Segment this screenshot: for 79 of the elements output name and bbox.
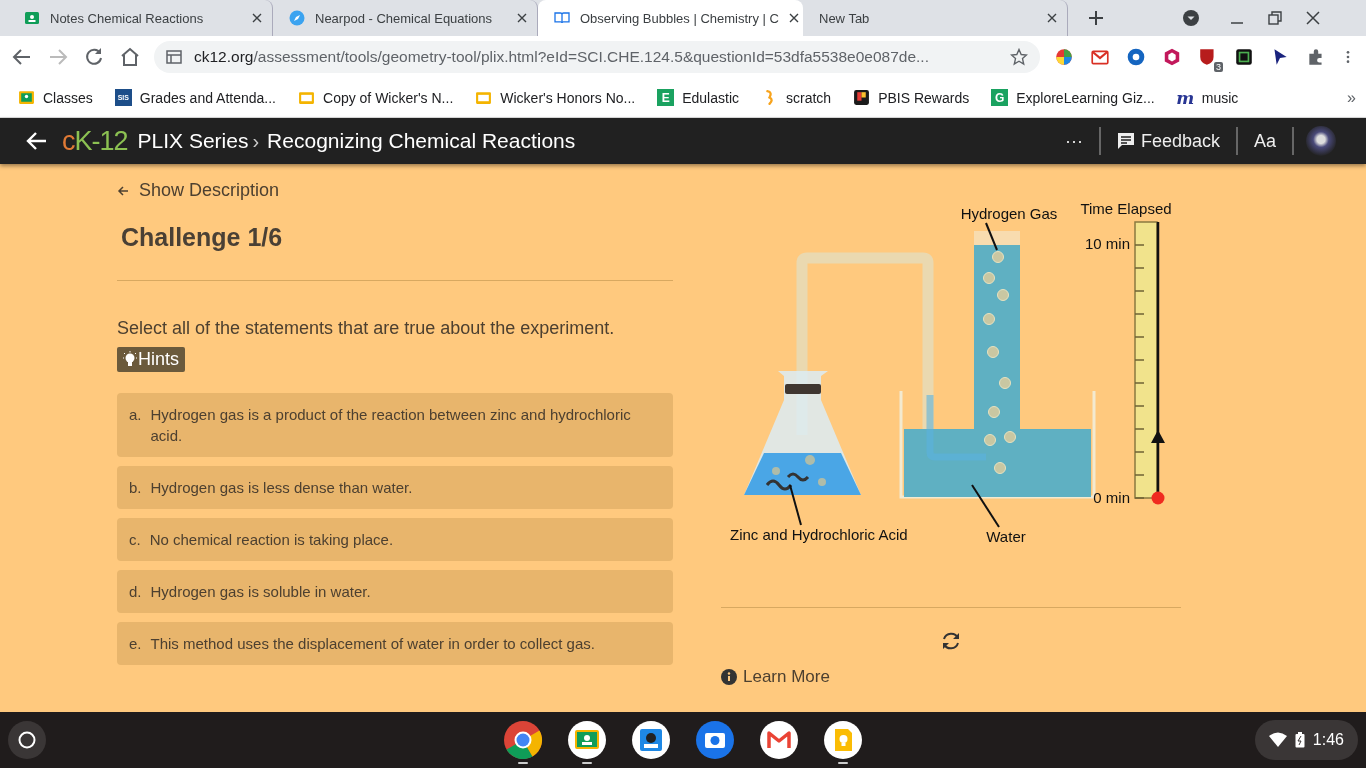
left-arrow-icon (117, 184, 129, 197)
status-tray[interactable]: 1:46 (1254, 720, 1358, 760)
classroom-app-icon[interactable] (567, 720, 607, 760)
leader-line (971, 484, 1000, 528)
chrome-app-icon[interactable] (503, 720, 543, 760)
browser-tab[interactable]: Observing Bubbles | Chemistry | C (538, 0, 803, 36)
start-marker (1151, 491, 1165, 505)
back-arrow-icon[interactable] (26, 130, 48, 152)
water-label: Water (986, 528, 1026, 545)
bookmark-link[interactable]: Copy of Wicker's N... (323, 89, 454, 106)
comment-icon (1116, 132, 1135, 150)
circle-icon (18, 731, 36, 749)
game-app-icon[interactable] (631, 720, 671, 760)
gmail-app-icon[interactable] (759, 720, 799, 760)
tick-label: 0 min (1093, 489, 1130, 506)
slides-icon (475, 89, 493, 106)
leader-line (789, 484, 802, 526)
answer-option[interactable]: d. Hydrogen gas is soluble in water. (117, 570, 673, 613)
answer-option[interactable]: b. Hydrogen gas is less dense than water. (117, 466, 673, 509)
battery-icon (1294, 732, 1305, 748)
classroom-icon (24, 10, 40, 26)
breadcrumb-link[interactable]: PLIX Series (137, 129, 249, 153)
close-icon[interactable] (1306, 11, 1320, 25)
classroom-icon (18, 89, 35, 106)
bookmark-link[interactable]: Edulastic (682, 89, 739, 106)
avatar[interactable] (1306, 126, 1336, 156)
page-info-icon[interactable] (166, 49, 182, 65)
hydrogen-gas-label: Hydrogen Gas (960, 205, 1058, 222)
more-button[interactable]: ··· (1048, 130, 1099, 152)
slides-icon (298, 89, 315, 106)
pbis-logo-icon (853, 89, 871, 106)
leader-line (985, 222, 998, 251)
bookmark-link[interactable]: music (1201, 89, 1239, 106)
restore-icon[interactable] (1268, 11, 1282, 25)
more-bookmarks-button[interactable]: » (1347, 88, 1356, 107)
wifi-icon (1268, 732, 1287, 748)
close-icon[interactable] (788, 13, 799, 23)
show-description-link[interactable]: Show Description (117, 180, 673, 201)
letter-logo-icon: G (991, 89, 1009, 106)
new-tab-icon[interactable] (1088, 10, 1104, 26)
answer-option[interactable]: a. Hydrogen gas is a product of the reaction between zinc and hydrochloric acid. (117, 393, 673, 457)
ck12-logo[interactable]: cK-12 (62, 125, 128, 157)
clock-time: 1:46 (1312, 731, 1344, 749)
info-icon (721, 669, 737, 685)
tick-label: 10 min (1084, 235, 1130, 252)
bookmark-link[interactable]: ExploreLearning Giz... (1016, 89, 1155, 106)
extension-badge: 3 (1214, 62, 1223, 72)
timer-title: Time Elapsed (1080, 200, 1172, 217)
bookmark-link[interactable]: Classes (43, 89, 93, 106)
question-prompt: Select all of the statements that are true about the experiment. (117, 318, 616, 339)
reset-icon[interactable] (940, 630, 962, 652)
book-icon (554, 10, 570, 26)
challenge-title: Challenge 1/6 (121, 223, 284, 252)
flask-label: Zinc and Hydrochloric Acid (730, 526, 908, 543)
lightbulb-icon (123, 350, 137, 369)
feedback-button[interactable]: Feedback (1100, 130, 1236, 152)
learn-more-link[interactable]: Learn More (743, 667, 830, 687)
font-size-button[interactable]: Aa (1237, 130, 1292, 152)
hints-button[interactable]: Hints (117, 347, 185, 372)
letter-logo-icon: E (657, 89, 675, 106)
answer-option[interactable]: c. No chemical reaction is taking place. (117, 518, 673, 561)
bookmark-link[interactable]: Wicker's Honors No... (500, 89, 636, 106)
bookmark-link[interactable]: PBIS Rewards (878, 89, 970, 106)
url-text: ck12.org/assessment/tools/geometry-tool/plix.html?eId=SCI.CHE.124.5&questionId=53dfa5538e0e087de... (194, 48, 929, 66)
close-icon[interactable] (1047, 13, 1057, 23)
camera-app-icon[interactable] (695, 720, 735, 760)
compass-icon (289, 10, 305, 26)
bookmark-link[interactable]: scratch (786, 89, 832, 106)
launcher-button[interactable] (8, 721, 46, 759)
address-bar[interactable]: ck12.org/assessment/tools/geometry-tool/plix.html?eId=SCI.CHE.124.5&questionId=53dfa5538e0e087de... (154, 41, 1040, 73)
close-icon[interactable] (517, 13, 527, 23)
tab-search-icon[interactable] (1182, 9, 1200, 27)
bookmark-link[interactable]: Grades and Attenda... (139, 89, 276, 106)
breadcrumb-separator: › (252, 129, 260, 153)
music-logo-icon: m (1176, 89, 1194, 106)
bookmark-star-icon[interactable] (1010, 48, 1028, 66)
close-icon[interactable] (252, 13, 262, 23)
answer-option[interactable]: e. This method uses the displacement of water in order to collect gas. (117, 622, 673, 665)
keep-app-icon[interactable] (823, 720, 863, 760)
